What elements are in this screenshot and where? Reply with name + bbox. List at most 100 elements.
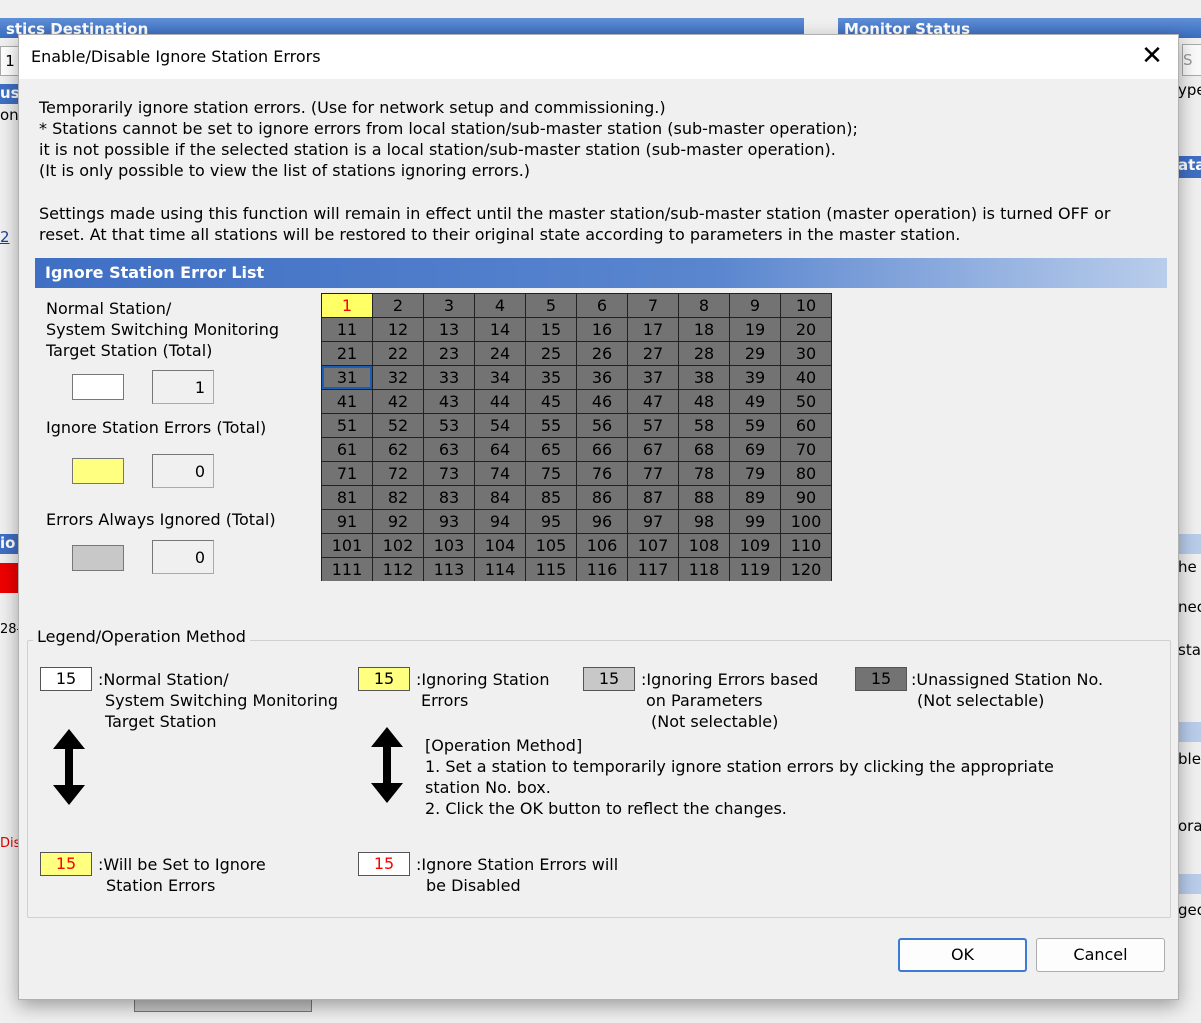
station-cell-86[interactable]: 86: [577, 486, 627, 509]
station-cell-79[interactable]: 79: [730, 462, 780, 485]
station-cell-82[interactable]: 82: [373, 486, 423, 509]
station-cell-65[interactable]: 65: [526, 438, 576, 461]
station-cell-21[interactable]: 21: [322, 342, 372, 365]
station-cell-42[interactable]: 42: [373, 390, 423, 413]
station-cell-91[interactable]: 91: [322, 510, 372, 533]
station-cell-53[interactable]: 53: [424, 414, 474, 437]
station-cell-118[interactable]: 118: [679, 558, 729, 581]
station-cell-113[interactable]: 113: [424, 558, 474, 581]
station-cell-55[interactable]: 55: [526, 414, 576, 437]
station-cell-57[interactable]: 57: [628, 414, 678, 437]
station-cell-99[interactable]: 99: [730, 510, 780, 533]
station-cell-20[interactable]: 20: [781, 318, 831, 341]
station-cell-19[interactable]: 19: [730, 318, 780, 341]
station-cell-28[interactable]: 28: [679, 342, 729, 365]
station-cell-45[interactable]: 45: [526, 390, 576, 413]
station-cell-74[interactable]: 74: [475, 462, 525, 485]
station-cell-119[interactable]: 119: [730, 558, 780, 581]
ok-button[interactable]: OK: [898, 938, 1027, 972]
station-cell-59[interactable]: 59: [730, 414, 780, 437]
cancel-button[interactable]: Cancel: [1036, 938, 1165, 972]
station-cell-77[interactable]: 77: [628, 462, 678, 485]
station-cell-110[interactable]: 110: [781, 534, 831, 557]
station-cell-70[interactable]: 70: [781, 438, 831, 461]
station-cell-32[interactable]: 32: [373, 366, 423, 389]
station-cell-76[interactable]: 76: [577, 462, 627, 485]
station-cell-97[interactable]: 97: [628, 510, 678, 533]
station-cell-30[interactable]: 30: [781, 342, 831, 365]
station-cell-7[interactable]: 7: [628, 294, 678, 317]
station-cell-101[interactable]: 101: [322, 534, 372, 557]
station-cell-78[interactable]: 78: [679, 462, 729, 485]
station-cell-46[interactable]: 46: [577, 390, 627, 413]
station-cell-22[interactable]: 22: [373, 342, 423, 365]
station-cell-107[interactable]: 107: [628, 534, 678, 557]
station-cell-2[interactable]: 2: [373, 294, 423, 317]
station-cell-33[interactable]: 33: [424, 366, 474, 389]
station-cell-120[interactable]: 120: [781, 558, 831, 581]
station-cell-6[interactable]: 6: [577, 294, 627, 317]
station-cell-44[interactable]: 44: [475, 390, 525, 413]
station-cell-34[interactable]: 34: [475, 366, 525, 389]
station-cell-37[interactable]: 37: [628, 366, 678, 389]
station-cell-27[interactable]: 27: [628, 342, 678, 365]
station-cell-11[interactable]: 11: [322, 318, 372, 341]
station-cell-89[interactable]: 89: [730, 486, 780, 509]
station-cell-47[interactable]: 47: [628, 390, 678, 413]
station-cell-71[interactable]: 71: [322, 462, 372, 485]
station-cell-12[interactable]: 12: [373, 318, 423, 341]
station-cell-63[interactable]: 63: [424, 438, 474, 461]
station-cell-49[interactable]: 49: [730, 390, 780, 413]
station-cell-67[interactable]: 67: [628, 438, 678, 461]
station-cell-58[interactable]: 58: [679, 414, 729, 437]
station-cell-41[interactable]: 41: [322, 390, 372, 413]
station-cell-75[interactable]: 75: [526, 462, 576, 485]
station-cell-80[interactable]: 80: [781, 462, 831, 485]
background-fragment[interactable]: Disc: [0, 836, 18, 851]
station-cell-52[interactable]: 52: [373, 414, 423, 437]
station-cell-60[interactable]: 60: [781, 414, 831, 437]
station-cell-96[interactable]: 96: [577, 510, 627, 533]
station-cell-117[interactable]: 117: [628, 558, 678, 581]
station-cell-43[interactable]: 43: [424, 390, 474, 413]
station-cell-36[interactable]: 36: [577, 366, 627, 389]
station-cell-90[interactable]: 90: [781, 486, 831, 509]
station-cell-83[interactable]: 83: [424, 486, 474, 509]
station-cell-115[interactable]: 115: [526, 558, 576, 581]
station-cell-106[interactable]: 106: [577, 534, 627, 557]
station-cell-1[interactable]: 1: [322, 294, 372, 317]
station-cell-56[interactable]: 56: [577, 414, 627, 437]
station-cell-61[interactable]: 61: [322, 438, 372, 461]
station-cell-112[interactable]: 112: [373, 558, 423, 581]
close-button[interactable]: ✕: [1134, 41, 1170, 73]
station-cell-31[interactable]: 31: [322, 366, 372, 389]
station-cell-94[interactable]: 94: [475, 510, 525, 533]
station-cell-5[interactable]: 5: [526, 294, 576, 317]
station-cell-14[interactable]: 14: [475, 318, 525, 341]
station-cell-72[interactable]: 72: [373, 462, 423, 485]
station-cell-108[interactable]: 108: [679, 534, 729, 557]
station-cell-111[interactable]: 111: [322, 558, 372, 581]
station-cell-73[interactable]: 73: [424, 462, 474, 485]
station-cell-15[interactable]: 15: [526, 318, 576, 341]
station-cell-88[interactable]: 88: [679, 486, 729, 509]
station-cell-24[interactable]: 24: [475, 342, 525, 365]
station-cell-85[interactable]: 85: [526, 486, 576, 509]
background-fragment[interactable]: 2: [0, 228, 18, 246]
station-cell-17[interactable]: 17: [628, 318, 678, 341]
station-cell-13[interactable]: 13: [424, 318, 474, 341]
station-cell-40[interactable]: 40: [781, 366, 831, 389]
station-cell-62[interactable]: 62: [373, 438, 423, 461]
station-cell-23[interactable]: 23: [424, 342, 474, 365]
station-cell-81[interactable]: 81: [322, 486, 372, 509]
station-cell-16[interactable]: 16: [577, 318, 627, 341]
station-cell-66[interactable]: 66: [577, 438, 627, 461]
station-cell-29[interactable]: 29: [730, 342, 780, 365]
station-cell-10[interactable]: 10: [781, 294, 831, 317]
station-cell-102[interactable]: 102: [373, 534, 423, 557]
background-fragment[interactable]: S: [1182, 44, 1201, 76]
station-cell-93[interactable]: 93: [424, 510, 474, 533]
station-cell-116[interactable]: 116: [577, 558, 627, 581]
station-cell-35[interactable]: 35: [526, 366, 576, 389]
station-cell-104[interactable]: 104: [475, 534, 525, 557]
